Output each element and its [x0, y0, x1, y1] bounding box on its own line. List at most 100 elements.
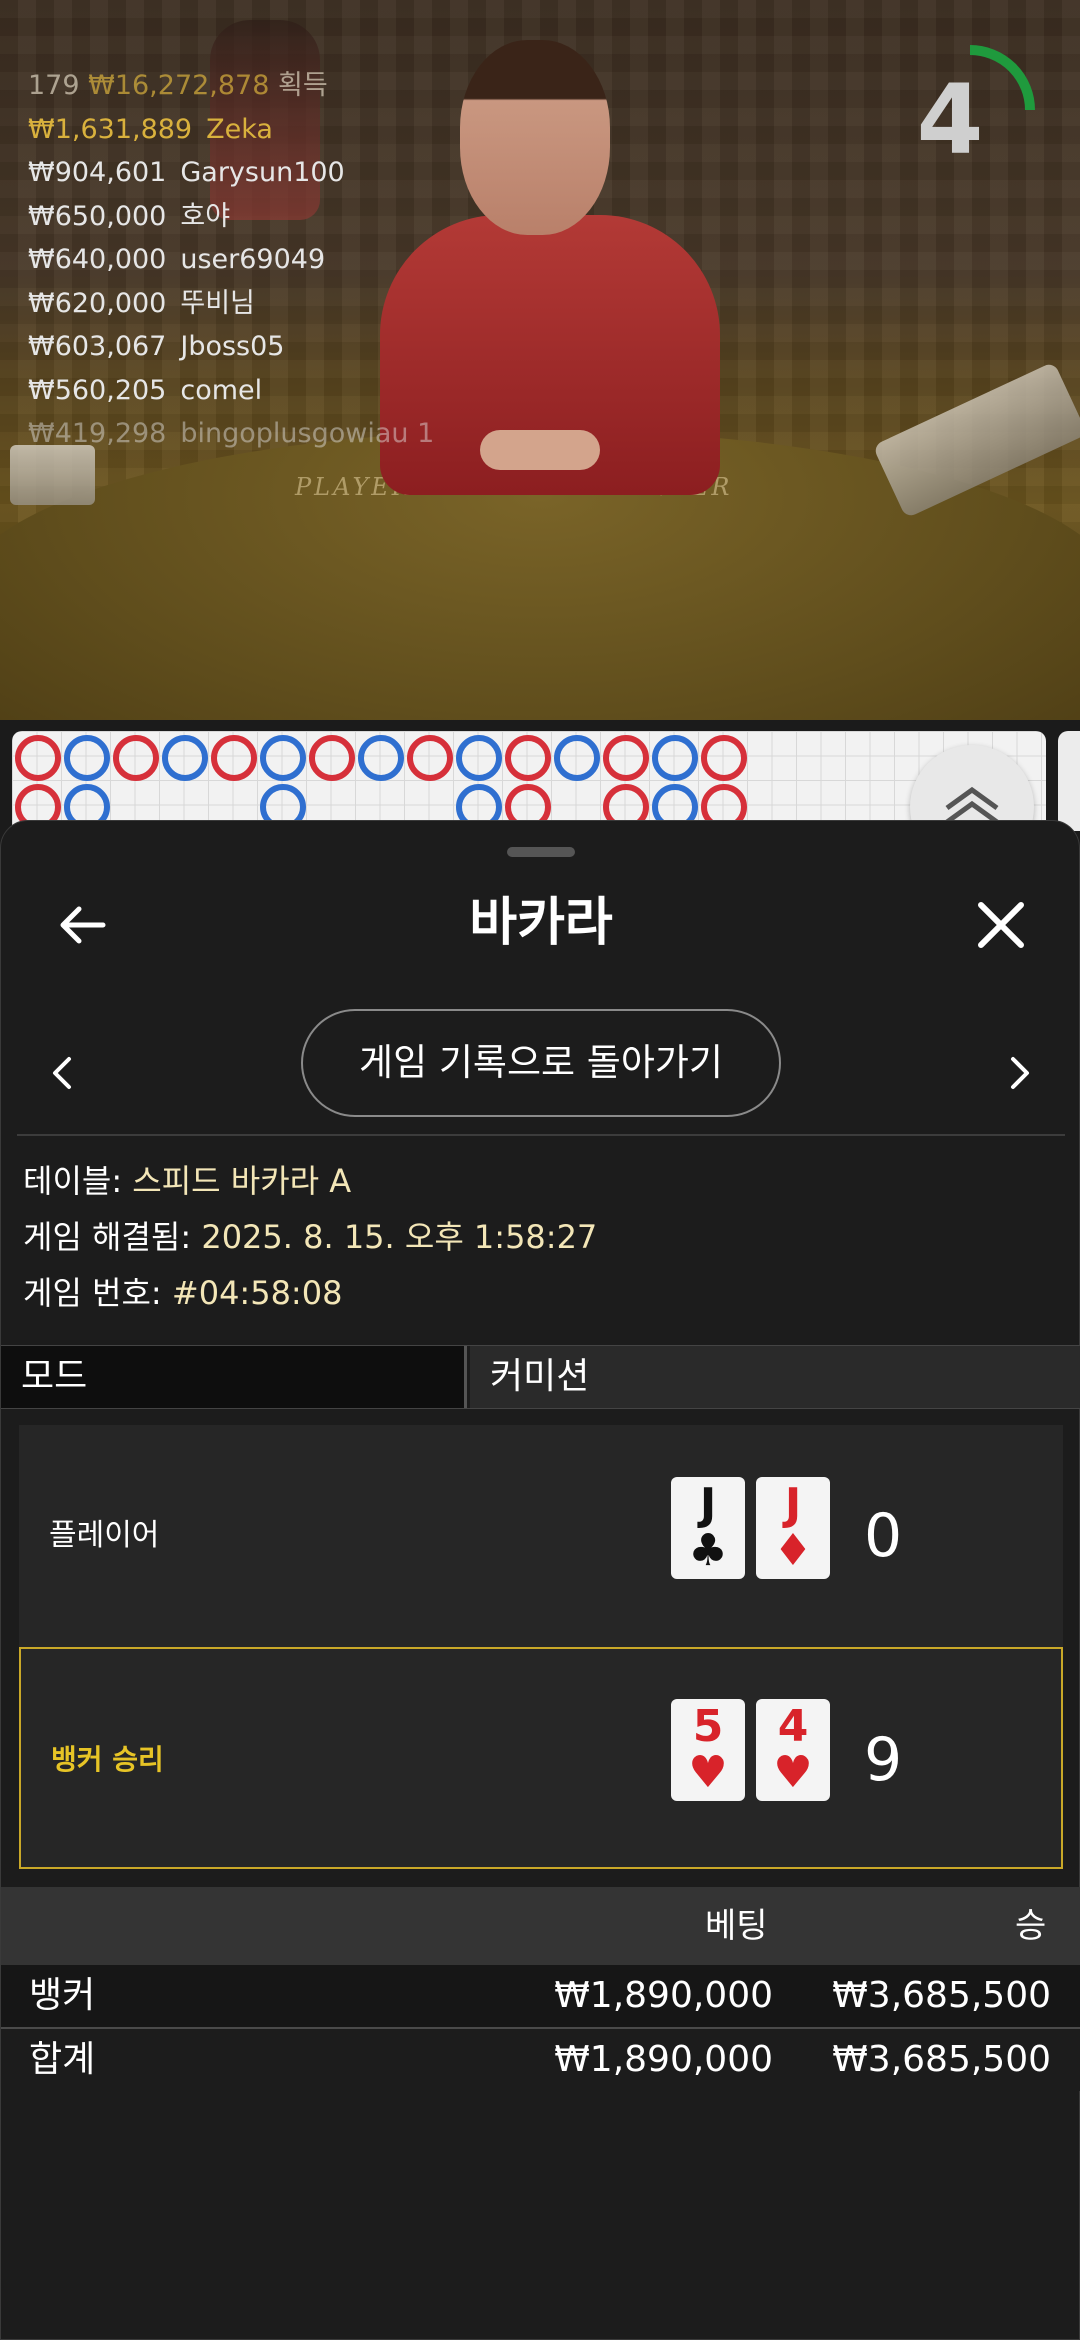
game-number-value: #04:58:08 [171, 1274, 343, 1312]
back-to-history-button[interactable]: 게임 기록으로 돌아가기 [301, 1009, 781, 1117]
winner-amount: ₩560,205 [28, 374, 167, 406]
banker-bead [701, 735, 747, 781]
diamond-icon: ♦ [773, 1525, 813, 1576]
player-bead [652, 735, 698, 781]
winners-total: ₩16,272,878 [88, 70, 270, 101]
game-detail-sheet: 바카라 게임 기록으로 돌아가기 테이블: 스피드 바카라 A 게임 해결됨: … [0, 820, 1080, 2340]
winner-name: bingoplusgowiau 1 [180, 418, 435, 449]
win-amount: ₩3,685,500 [832, 1975, 1051, 2016]
table-info: 테이블: 스피드 바카라 A [23, 1159, 351, 1203]
winner-name: user69049 [180, 244, 326, 275]
resolved-info: 게임 해결됨: 2025. 8. 15. 오후 1:58:27 [23, 1215, 597, 1259]
chevron-left-icon [53, 1057, 71, 1089]
close-button[interactable] [969, 893, 1033, 957]
road-edge [1058, 731, 1080, 831]
close-icon [978, 902, 1024, 948]
banker-bead [15, 735, 61, 781]
winner-name: Zeka [206, 113, 273, 145]
winner-name: Jboss05 [180, 331, 285, 362]
next-game-button[interactable] [1001, 1043, 1041, 1103]
player-bead [64, 735, 110, 781]
banker-bead [505, 735, 551, 781]
heart-icon: ♥ [773, 1747, 813, 1798]
game-number-info: 게임 번호: #04:58:08 [23, 1271, 342, 1315]
winner-amount: ₩640,000 [28, 244, 167, 275]
winners-header: 179 ₩16,272,878 획득 [28, 64, 434, 108]
banker-bead [113, 735, 159, 781]
card-rank: J [699, 1479, 717, 1530]
player-card: J ♣ [671, 1477, 745, 1579]
table-row: 뱅커 ₩1,890,000 ₩3,685,500 [1, 1965, 1080, 2027]
player-bead [260, 735, 306, 781]
winner-name: comel [180, 374, 263, 406]
player-bead [554, 735, 600, 781]
winner-row: ₩560,205 comel [28, 369, 434, 413]
total-row: 합계 ₩1,890,000 ₩3,685,500 [1, 2029, 1080, 2091]
club-icon: ♣ [688, 1525, 728, 1576]
win-column-header: 승 [1015, 1906, 1047, 1946]
total-bet-amount: ₩1,890,000 [554, 2039, 773, 2080]
sheet-title: 바카라 [469, 893, 613, 953]
mode-tabs: 모드 커미션 [1, 1345, 1080, 1409]
winner-row: ₩603,067 Jboss05 [28, 325, 434, 369]
player-hand-label: 플레이어 [49, 1518, 160, 1553]
winners-total-label: 획득 [278, 70, 328, 101]
player-card: J ♦ [756, 1477, 830, 1579]
card-rank: J [784, 1479, 802, 1530]
winner-row: ₩904,601 Garysun100 [28, 151, 434, 195]
sheet-handle[interactable] [507, 847, 575, 857]
dealer-hands [480, 430, 600, 470]
player-bead [358, 735, 404, 781]
winner-row: ₩640,000 user69049 [28, 238, 434, 282]
winner-row: ₩620,000 뚜비님 [28, 282, 434, 326]
winner-amount: ₩620,000 [28, 287, 167, 319]
banker-bead [309, 735, 355, 781]
winner-amount: ₩419,298 [28, 418, 167, 449]
dealer-head [460, 40, 610, 235]
winner-amount: ₩603,067 [28, 331, 167, 362]
resolved-info-label: 게임 해결됨: [23, 1218, 192, 1256]
bead-road-circles [15, 735, 747, 830]
divider [17, 1134, 1065, 1136]
player-hand: 플레이어 J ♣ J ♦ 0 [19, 1425, 1063, 1647]
winner-name: Garysun100 [180, 157, 345, 188]
banker-bead [211, 735, 257, 781]
banker-hand: 뱅커 승리 5 ♥ 4 ♥ 9 [19, 1647, 1063, 1869]
countdown-timer: 4 [900, 40, 1040, 180]
winner-row: ₩650,000 호야 [28, 195, 434, 239]
bets-table-header: 베팅 승 [1, 1887, 1080, 1965]
winner-name: 호야 [180, 200, 231, 232]
bet-amount: ₩1,890,000 [554, 1975, 773, 2016]
chevron-right-icon [1011, 1057, 1029, 1089]
banker-card: 4 ♥ [756, 1699, 830, 1801]
winners-list: 179 ₩16,272,878 획득 ₩1,631,889 Zeka ₩904,60… [28, 64, 434, 456]
winner-amount: ₩904,601 [28, 157, 167, 188]
banker-card: 5 ♥ [671, 1699, 745, 1801]
winner-row: ₩419,298 bingoplusgowiau 1 [28, 412, 434, 456]
previous-game-button[interactable] [41, 1043, 81, 1103]
winner-amount: ₩650,000 [28, 200, 167, 232]
bet-name: 뱅커 [29, 1975, 96, 2016]
player-score: 0 [864, 1501, 903, 1571]
game-number-label: 게임 번호: [23, 1274, 162, 1312]
banker-win-label: 뱅커 승리 [51, 1743, 164, 1776]
total-win-amount: ₩3,685,500 [832, 2039, 1051, 2080]
resolved-info-value: 2025. 8. 15. 오후 1:58:27 [201, 1218, 598, 1256]
banker-bead [407, 735, 453, 781]
winner-name: 뚜비님 [180, 287, 255, 319]
bet-column-header: 베팅 [705, 1906, 768, 1946]
tab-mode[interactable]: 모드 [1, 1346, 467, 1408]
card-rank: 5 [692, 1701, 724, 1752]
tab-commission[interactable]: 커미션 [470, 1346, 1080, 1408]
winner-amount: ₩1,631,889 [28, 113, 193, 145]
player-bead [456, 735, 502, 781]
table-info-value: 스피드 바카라 A [132, 1162, 352, 1200]
winners-count: 179 [28, 70, 89, 101]
bead-road[interactable] [12, 731, 1046, 831]
total-label: 합계 [29, 2039, 96, 2080]
countdown-number: 4 [916, 64, 984, 176]
live-video: PLAYER BANKER 179 ₩16,272,878 획득 ₩1,631,… [0, 0, 1080, 720]
banker-score: 9 [864, 1725, 903, 1795]
player-bead [162, 735, 208, 781]
winner-row: ₩1,631,889 Zeka [28, 108, 434, 152]
